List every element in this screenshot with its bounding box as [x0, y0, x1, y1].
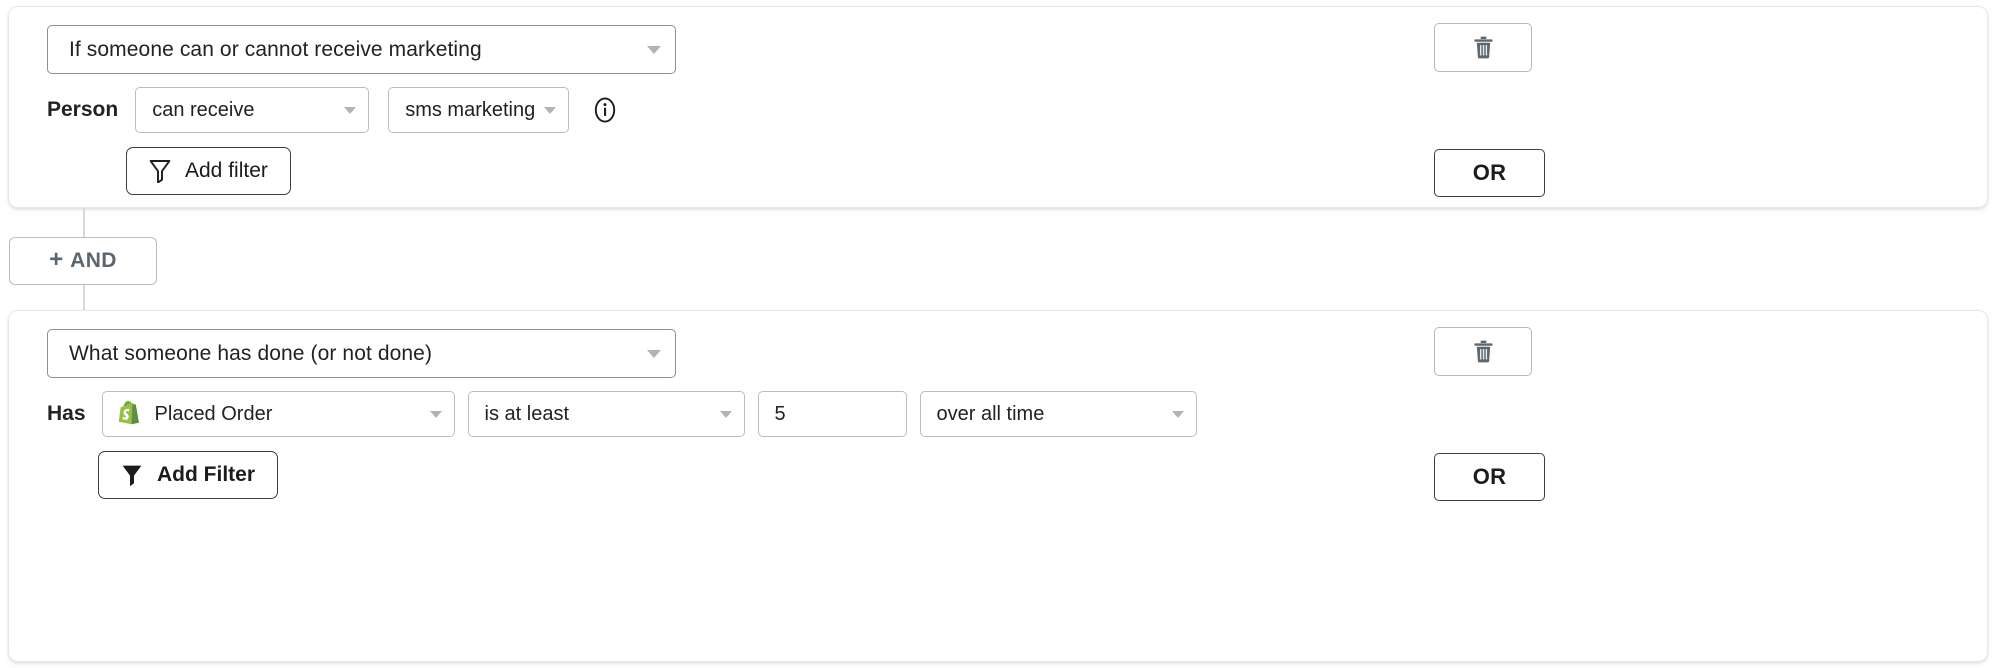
- segment-builder: If someone can or cannot receive marketi…: [0, 0, 1996, 668]
- condition-group-2: What someone has done (or not done) Has: [8, 310, 1988, 662]
- condition-row-2: Has Placed Order is at least 5 over: [47, 391, 1197, 437]
- operator-select[interactable]: is at least: [468, 391, 745, 437]
- or-button-2[interactable]: OR: [1434, 453, 1545, 501]
- condition-type-select-2[interactable]: What someone has done (or not done): [47, 329, 676, 378]
- add-filter-button-1[interactable]: Add filter: [126, 147, 291, 195]
- metric-select[interactable]: Placed Order: [102, 391, 455, 437]
- person-consent-select[interactable]: can receive: [135, 87, 369, 133]
- chevron-down-icon: [430, 411, 442, 418]
- metric-value: Placed Order: [155, 403, 430, 426]
- condition-type-value-2: What someone has done (or not done): [69, 342, 647, 366]
- consent-info-button[interactable]: [592, 97, 618, 123]
- person-channel-select[interactable]: sms marketing: [388, 87, 569, 133]
- or-button-1[interactable]: OR: [1434, 149, 1545, 197]
- condition-row-1: Person can receive sms marketing: [47, 87, 618, 133]
- add-and-group-button[interactable]: + AND: [9, 237, 157, 285]
- operator-value: is at least: [485, 403, 720, 426]
- condition-type-value-1: If someone can or cannot receive marketi…: [69, 38, 647, 62]
- chevron-down-icon: [720, 411, 732, 418]
- chevron-down-icon: [344, 107, 356, 114]
- delete-condition-button-1[interactable]: [1434, 23, 1532, 72]
- info-icon: [592, 97, 618, 123]
- condition-group-1: If someone can or cannot receive marketi…: [8, 6, 1988, 208]
- chevron-down-icon: [1172, 411, 1184, 418]
- add-filter-button-2[interactable]: Add Filter: [98, 451, 278, 499]
- trash-icon: [1474, 36, 1493, 59]
- add-filter-label-1: Add filter: [185, 159, 268, 183]
- delete-condition-button-2[interactable]: [1434, 327, 1532, 376]
- funnel-solid-icon: [121, 463, 143, 487]
- count-input[interactable]: 5: [758, 391, 907, 437]
- count-value: 5: [775, 403, 786, 426]
- add-and-group-label: AND: [70, 249, 117, 273]
- trash-icon: [1474, 340, 1493, 363]
- funnel-outline-icon: [149, 159, 171, 183]
- or-button-label-2: OR: [1473, 464, 1507, 490]
- add-filter-label-2: Add Filter: [157, 463, 255, 487]
- person-channel-value: sms marketing: [405, 99, 535, 122]
- shopify-bag-icon: [117, 400, 143, 429]
- condition-row-label-1: Person: [47, 98, 118, 122]
- chevron-down-icon: [647, 350, 661, 358]
- timeframe-select[interactable]: over all time: [920, 391, 1197, 437]
- chevron-down-icon: [544, 107, 556, 114]
- person-consent-value: can receive: [152, 99, 344, 122]
- connector-line-bottom: [83, 285, 85, 310]
- condition-row-label-2: Has: [47, 402, 86, 426]
- chevron-down-icon: [647, 46, 661, 54]
- connector-line-top: [83, 208, 85, 237]
- condition-type-select-1[interactable]: If someone can or cannot receive marketi…: [47, 25, 676, 74]
- plus-icon: +: [49, 248, 63, 272]
- or-button-label-1: OR: [1473, 160, 1507, 186]
- timeframe-value: over all time: [937, 403, 1172, 426]
